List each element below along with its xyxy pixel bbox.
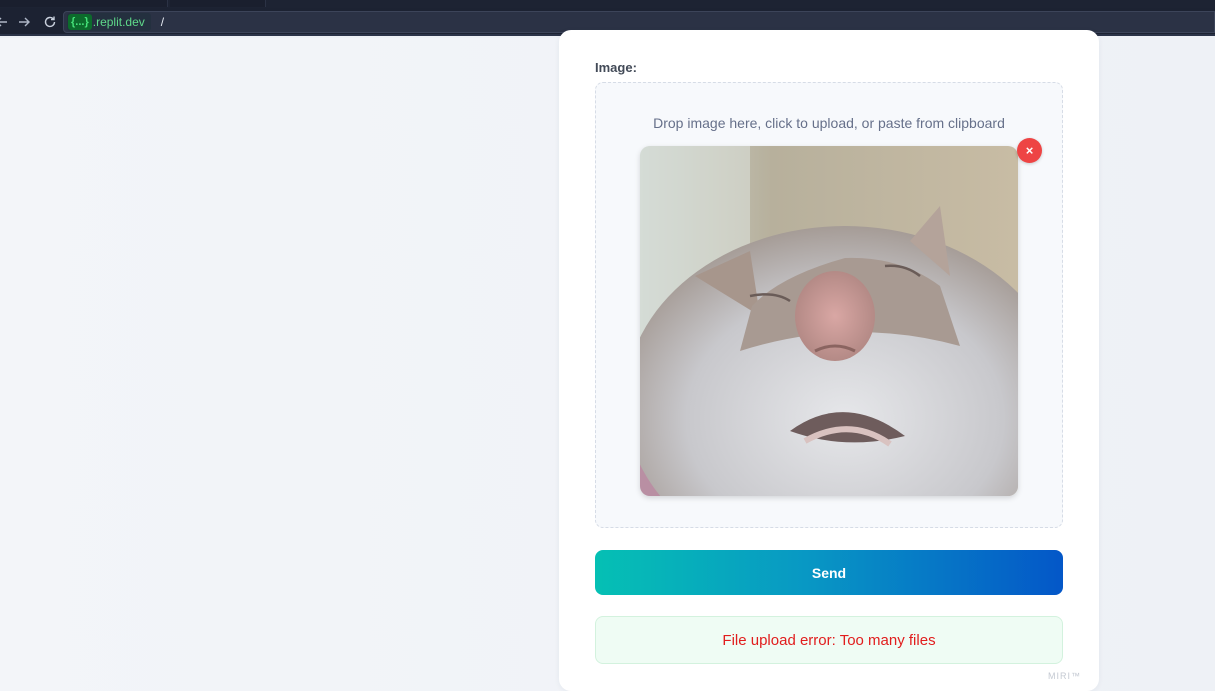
error-alert: File upload error: Too many files (595, 616, 1063, 664)
url-domain: {...} .replit.dev (67, 13, 151, 31)
reload-icon (44, 16, 56, 28)
browser-tab-strip (0, 0, 1215, 8)
url-pill: {...} (68, 14, 92, 30)
brand-mark: MIRI™ (1048, 671, 1081, 681)
forward-button[interactable] (14, 12, 34, 32)
browser-tab[interactable] (0, 0, 168, 7)
browser-tab[interactable] (170, 0, 266, 7)
back-button[interactable] (0, 12, 12, 32)
close-icon: × (1025, 143, 1034, 158)
reload-button[interactable] (40, 12, 60, 32)
dropzone-hint: Drop image here, click to upload, or pas… (653, 115, 1005, 131)
cat-photo (640, 146, 1018, 496)
remove-image-button[interactable]: × (1017, 138, 1042, 163)
send-button[interactable]: Send (595, 550, 1063, 595)
arrow-right-icon (19, 17, 30, 27)
url-path: / (160, 15, 165, 29)
image-label: Image: (595, 60, 637, 75)
arrow-left-icon (0, 17, 7, 27)
url-host: .replit.dev (92, 15, 145, 29)
error-message: File upload error: Too many files (722, 631, 936, 649)
image-preview (640, 146, 1018, 496)
